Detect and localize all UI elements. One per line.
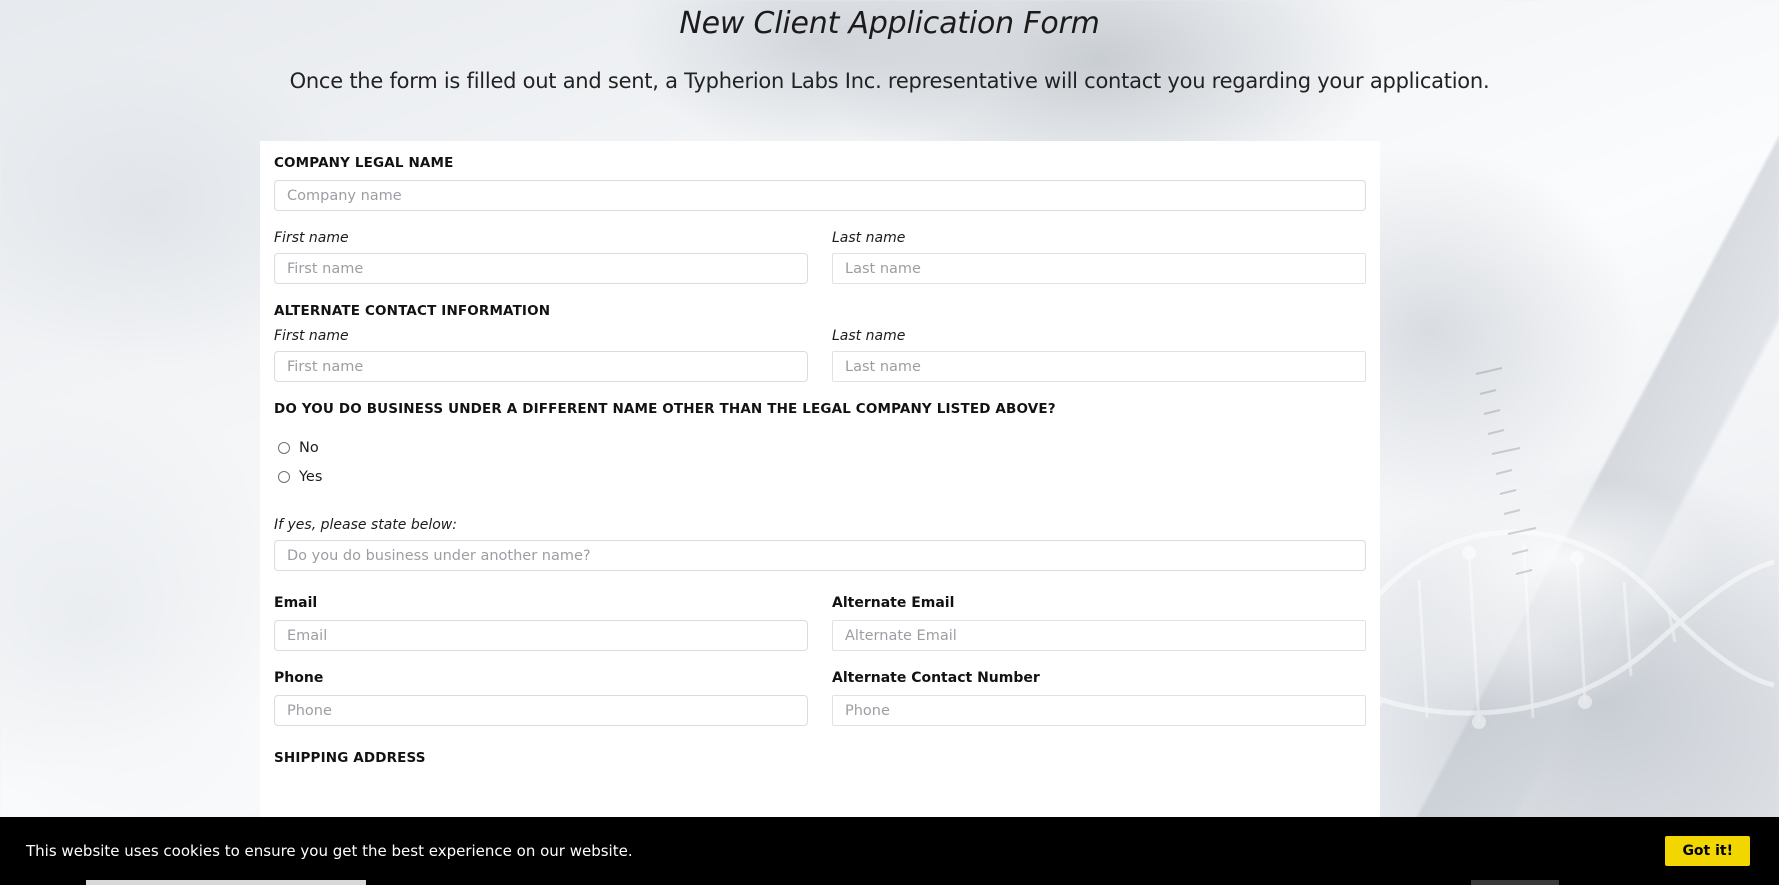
- shipping-address-heading: SHIPPING ADDRESS: [274, 750, 426, 766]
- alternate-email-input[interactable]: [832, 620, 1366, 651]
- dba-question-heading: DO YOU DO BUSINESS UNDER A DIFFERENT NAM…: [274, 401, 1056, 417]
- dba-option-yes[interactable]: Yes: [274, 469, 1366, 485]
- cookie-message: This website uses cookies to ensure you …: [26, 842, 633, 860]
- dba-option-no[interactable]: No: [274, 440, 1366, 456]
- taskbar-edge-left: [86, 880, 366, 885]
- primary-first-name-input[interactable]: [274, 253, 808, 284]
- alternate-last-name-label: Last name: [832, 328, 906, 344]
- dba-option-yes-label: Yes: [299, 469, 323, 485]
- company-legal-name-heading: COMPANY LEGAL NAME: [274, 155, 454, 171]
- company-name-input[interactable]: [274, 180, 1366, 211]
- taskbar-edge-right: [1471, 880, 1559, 885]
- email-input[interactable]: [274, 620, 808, 651]
- cookie-accept-button[interactable]: Got it!: [1665, 836, 1750, 866]
- alternate-phone-label: Alternate Contact Number: [832, 670, 1040, 686]
- email-row: Email Alternate Email: [274, 595, 1366, 651]
- primary-last-name-label: Last name: [832, 230, 906, 246]
- alternate-contact-heading: ALTERNATE CONTACT INFORMATION: [274, 303, 551, 319]
- alternate-last-name-input[interactable]: [832, 351, 1366, 382]
- phone-row: Phone Alternate Contact Number: [274, 670, 1366, 726]
- cookie-consent-banner: This website uses cookies to ensure you …: [0, 817, 1779, 885]
- page-title: New Client Application Form: [679, 6, 1100, 41]
- phone-label: Phone: [274, 670, 324, 686]
- primary-last-name-input[interactable]: [832, 253, 1366, 284]
- radio-circle-icon: [278, 471, 290, 483]
- application-form-card: COMPANY LEGAL NAME First name Last name …: [260, 141, 1380, 885]
- page-subtitle: Once the form is filled out and sent, a …: [289, 69, 1490, 93]
- dba-option-no-label: No: [299, 440, 319, 456]
- dba-followup-label: If yes, please state below:: [274, 517, 457, 533]
- alternate-phone-input[interactable]: [832, 695, 1366, 726]
- dba-followup-input[interactable]: [274, 540, 1366, 571]
- alternate-first-name-label: First name: [274, 328, 349, 344]
- radio-circle-icon: [278, 442, 290, 454]
- alternate-email-label: Alternate Email: [832, 595, 955, 611]
- email-label: Email: [274, 595, 318, 611]
- phone-input[interactable]: [274, 695, 808, 726]
- alternate-first-name-input[interactable]: [274, 351, 808, 382]
- primary-first-name-label: First name: [274, 230, 349, 246]
- alternate-contact-name-row: First name Last name: [274, 328, 1366, 382]
- page-header: New Client Application Form Once the for…: [0, 0, 1779, 96]
- primary-contact-name-row: First name Last name: [274, 230, 1366, 284]
